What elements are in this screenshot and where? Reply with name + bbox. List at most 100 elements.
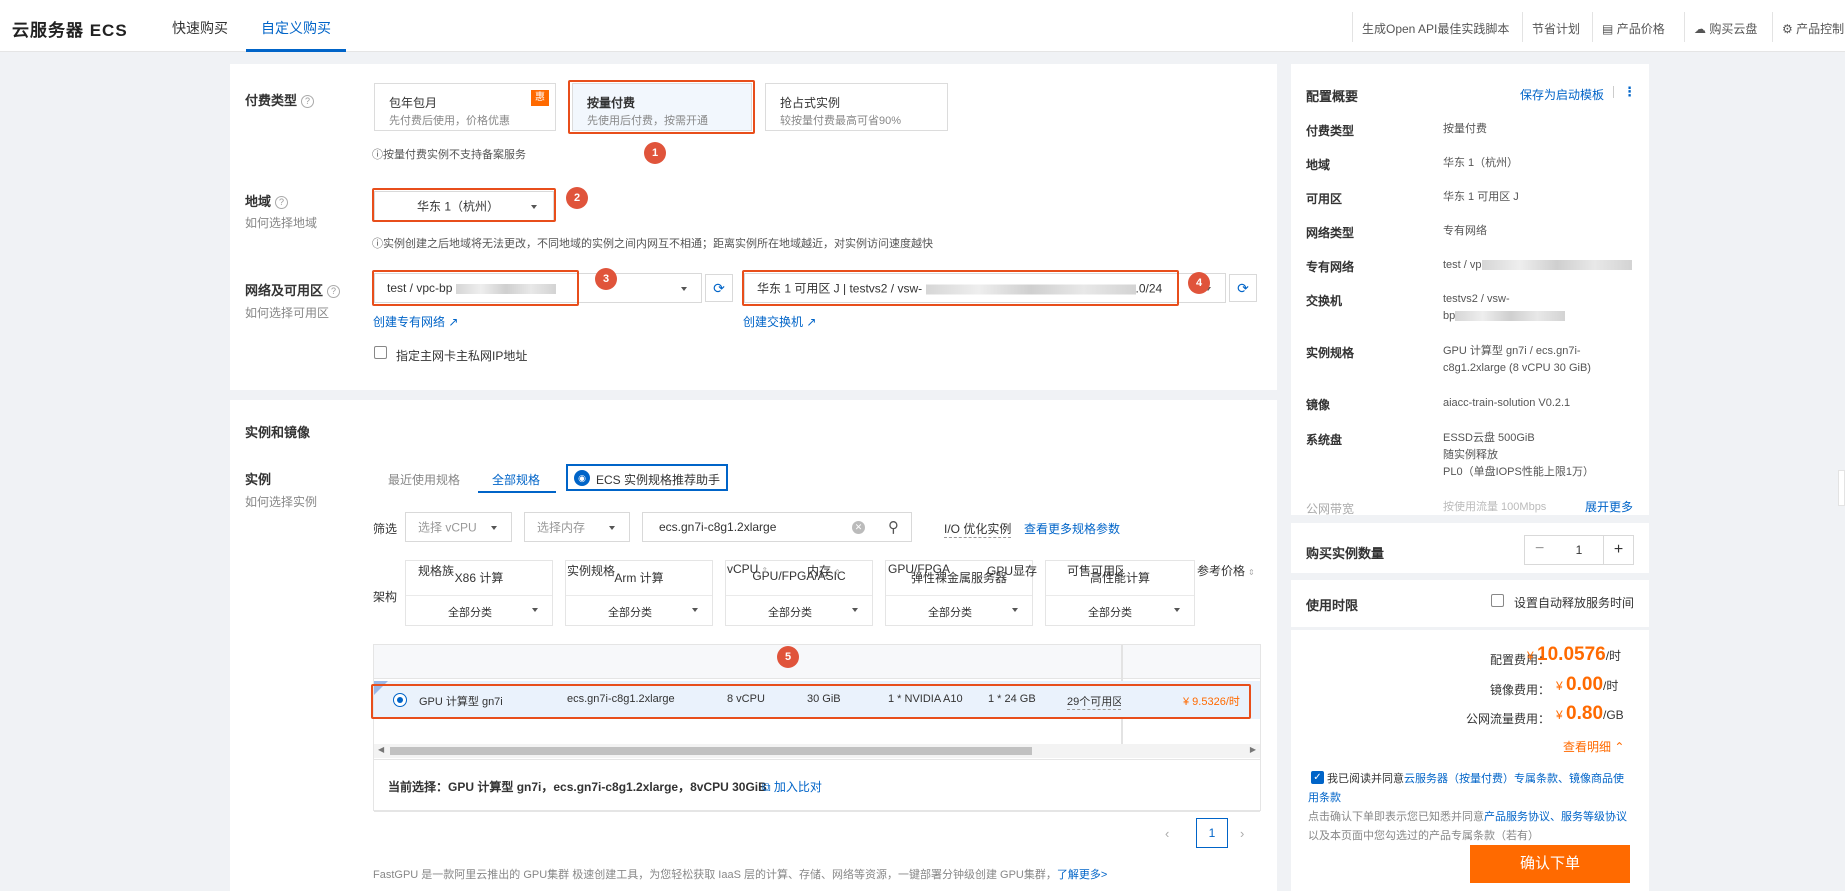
divider — [1613, 86, 1614, 98]
region-help-link[interactable]: 如何选择地域 — [245, 214, 317, 231]
price-link[interactable]: ▤ 产品价格 — [1602, 20, 1665, 37]
summary-key: 实例规格 — [1306, 346, 1355, 360]
vcpu-select[interactable]: 选择 vCPU — [405, 512, 512, 542]
sort-icon: ⇕ — [1248, 568, 1255, 577]
help-icon[interactable]: ? — [327, 285, 341, 298]
chevron-down-icon — [692, 608, 698, 612]
view-detail-link[interactable]: 查看明细 ⌃ — [1563, 738, 1624, 755]
chevron-down-icon — [681, 287, 687, 291]
expand-more-link[interactable]: 展开更多 — [1585, 498, 1633, 515]
cloud-icon: ☁ — [1694, 22, 1706, 36]
summary-key: 网络类型 — [1306, 226, 1355, 240]
quantity-stepper[interactable]: − 1 + — [1524, 535, 1634, 565]
divider — [1352, 12, 1353, 42]
summary-key: 系统盘 — [1306, 433, 1343, 447]
tab-custom-buy[interactable]: 自定义购买 — [261, 18, 331, 38]
compare-icon: ⧉ — [762, 780, 771, 794]
create-vpc-link[interactable]: 创建专有网络 ↗ — [373, 313, 458, 330]
sort-icon: ⇕ — [834, 568, 841, 577]
help-icon[interactable]: ? — [275, 196, 289, 209]
zone-help-link[interactable]: 如何选择可用区 — [245, 304, 329, 321]
create-vswitch-link[interactable]: 创建交换机 ↗ — [743, 313, 816, 330]
next-page-icon[interactable]: › — [1240, 826, 1244, 841]
scrollbar-thumb[interactable] — [390, 747, 1032, 755]
side-float-handle[interactable] — [1838, 470, 1845, 506]
col-zones: 可售可用区 — [1067, 564, 1123, 578]
period-label: 使用时限 — [1306, 598, 1359, 613]
savings-plan-link[interactable]: 节省计划 — [1532, 20, 1580, 37]
blurred-text — [1481, 260, 1632, 271]
memory-select[interactable]: 选择内存 — [524, 512, 630, 542]
instance-label: 实例 — [245, 472, 272, 487]
col-price[interactable]: 参考价格 ⇕ — [1197, 562, 1255, 579]
buy-disk-link[interactable]: ☁ 购买云盘 — [1694, 20, 1757, 37]
horizontal-scrollbar[interactable]: ◀ ▶ — [374, 744, 1260, 758]
current-selection: 当前选择：GPU 计算型 gn7i，ecs.gn7i-c8g1.2xlarge，… — [388, 780, 767, 794]
tab-recent-specs[interactable]: 最近使用规格 — [388, 471, 460, 488]
top-bar: 云服务器 ECS 快速购买 自定义购买 生成Open API最佳实践脚本 节省计… — [0, 0, 1845, 52]
confirm-order-button[interactable]: 确认下单 — [1470, 845, 1630, 883]
highlight-box — [372, 188, 556, 222]
add-compare-button[interactable]: ⧉ 加入比对 — [762, 778, 822, 795]
active-tab-indicator — [246, 49, 346, 52]
help-icon[interactable]: ? — [301, 95, 315, 108]
divider — [1592, 12, 1593, 42]
instance-help-link[interactable]: 如何选择实例 — [245, 493, 317, 510]
search-icon[interactable]: ⚲ — [888, 518, 899, 536]
col-family: 规格族 — [418, 564, 455, 578]
console-link[interactable]: ⚙ 产品控制 — [1782, 20, 1844, 37]
summary-value: GPU 计算型 gn7i / ecs.gn7i-c8g1.2xlarge (8 … — [1443, 345, 1591, 374]
spec-search-input[interactable]: ecs.gn7i-c8g1.2xlarge ✕ ⚲ — [642, 512, 912, 542]
more-params-link[interactable]: 查看更多规格参数 — [1024, 520, 1120, 537]
highlight-box — [372, 270, 579, 306]
auto-release-checkbox[interactable] — [1491, 594, 1504, 607]
plus-icon[interactable]: + — [1603, 536, 1633, 564]
chevron-down-icon — [491, 526, 497, 530]
highlight-box — [742, 270, 1179, 306]
private-ip-checkbox[interactable] — [374, 346, 387, 359]
discount-badge: 惠 — [531, 90, 549, 106]
summary-value: testvs2 / vsw-bp — [1443, 291, 1566, 325]
col-vcpu[interactable]: vCPU ⇕ — [727, 562, 768, 576]
service-agreement-link[interactable]: 产品服务协议、服务等级协议 — [1484, 811, 1627, 823]
summary-title: 配置概要 — [1306, 89, 1359, 104]
tab-quick-buy[interactable]: 快速购买 — [172, 18, 228, 38]
summary-key: 公网带宽 — [1306, 502, 1355, 516]
scroll-left-icon[interactable]: ◀ — [378, 745, 384, 754]
highlight-box — [568, 80, 755, 134]
learn-more-link[interactable]: 了解更多> — [1057, 869, 1107, 881]
network-label: 网络及可用区? — [245, 280, 341, 299]
summary-key: 付费类型 — [1306, 124, 1355, 138]
pagination-bar — [374, 811, 1260, 859]
scroll-right-icon[interactable]: ▶ — [1250, 745, 1256, 754]
clear-icon[interactable]: ✕ — [852, 521, 865, 534]
refresh-vswitch-icon[interactable]: ⟳ — [1229, 274, 1257, 302]
summary-value: 专有网络 — [1443, 225, 1487, 237]
billing-option-subscription[interactable]: 包年包月 先付费后使用，价格优惠 惠 — [374, 83, 556, 131]
annotation-badge: 1 — [644, 142, 666, 164]
save-template-link[interactable]: 保存为启动模板 — [1520, 86, 1604, 103]
prev-page-icon[interactable]: ‹ — [1165, 826, 1169, 841]
external-link-icon: ↗ — [806, 315, 817, 329]
arch-label: 架构 — [373, 590, 398, 604]
external-link-icon: ↗ — [448, 315, 459, 329]
highlight-box — [371, 684, 1251, 719]
table-header — [374, 645, 1260, 679]
active-tab-indicator — [478, 491, 556, 493]
agreement-text: 我已阅读并同意云服务器（按量付费）专属条款、镜像商品使用条款 点击确认下单即表示… — [1308, 773, 1627, 842]
col-memory[interactable]: 内存 ⇕ — [807, 562, 841, 579]
summary-value: 华东 1 可用区 J — [1443, 191, 1519, 203]
summary-value: 按量付费 — [1443, 123, 1487, 135]
spec-assistant-button[interactable]: ◉ ECS 实例规格推荐助手 — [566, 464, 728, 491]
chevron-down-icon — [609, 526, 615, 530]
refresh-vpc-icon[interactable]: ⟳ — [705, 274, 733, 302]
openapi-link[interactable]: 生成Open API最佳实践脚本 — [1362, 20, 1509, 37]
billing-option-spot[interactable]: 抢占式实例 较按量付费最高可省90% — [765, 83, 948, 131]
quantity-label: 购买实例数量 — [1306, 546, 1385, 561]
summary-value: ESSD云盘 500GiB 随实例释放 PL0（单盘IOPS性能上限1万） — [1443, 432, 1594, 478]
chevron-down-icon — [532, 608, 538, 612]
page-1-button[interactable]: 1 — [1196, 818, 1228, 848]
tab-all-specs[interactable]: 全部规格 — [492, 471, 540, 488]
more-icon[interactable]: ⋮ — [1623, 84, 1636, 100]
col-gpu: GPU/FPGA — [888, 562, 951, 576]
